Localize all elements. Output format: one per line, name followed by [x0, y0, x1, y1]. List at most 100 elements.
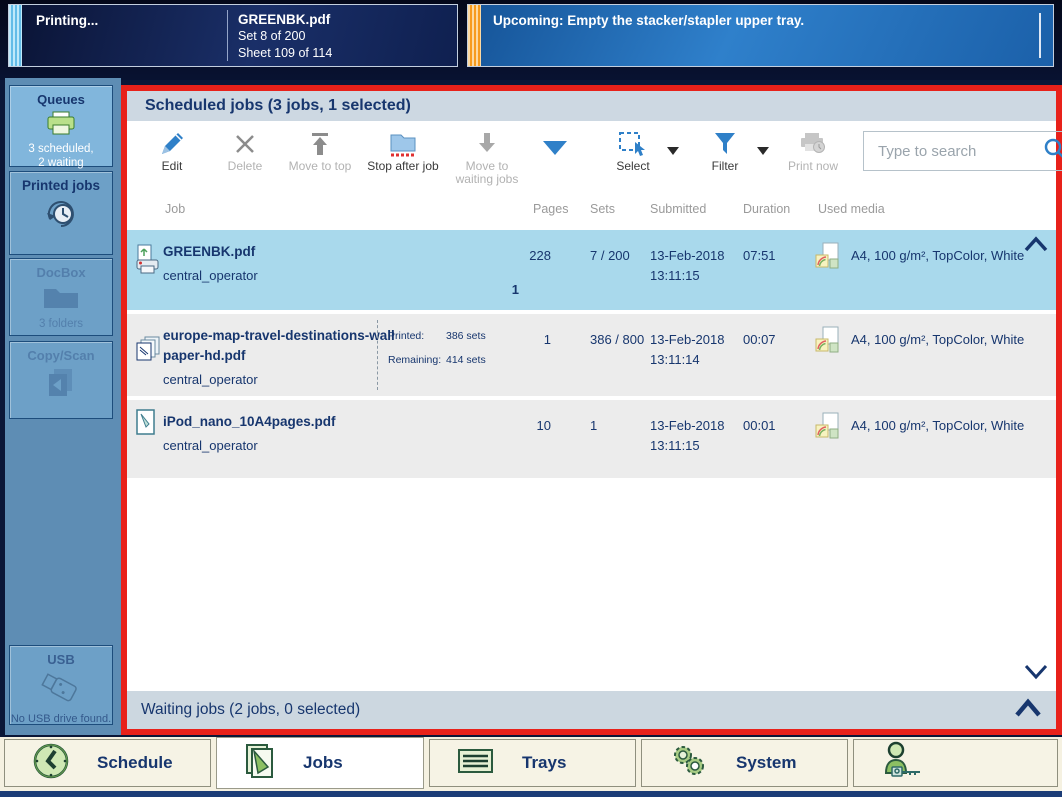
move-to-top-icon — [283, 129, 357, 159]
tab-system-label: System — [736, 753, 796, 773]
more-actions-dropdown-icon[interactable] — [543, 141, 567, 155]
job-used-media: A4, 100 g/m², TopColor, White — [851, 330, 1056, 350]
print-now-button: Print now — [781, 129, 845, 173]
table-row[interactable]: iPod_nano_10A4pages.pdf central_operator… — [127, 400, 1056, 478]
job-pages: 228 — [487, 246, 551, 266]
table-row[interactable]: GREENBK.pdf central_operator 228 1 7 / 2… — [127, 230, 1056, 310]
job-submitted-date: 13-Feb-2018 — [650, 246, 742, 266]
job-sets: 1 — [590, 416, 648, 436]
edit-button[interactable]: Edit — [143, 129, 201, 173]
job-duration: 07:51 — [743, 246, 776, 266]
delete-label: Delete — [215, 160, 275, 173]
system-gears-icon — [668, 742, 710, 785]
move-to-waiting-jobs-button: Move to waiting jobs — [447, 129, 527, 186]
job-pages: 1 — [487, 330, 551, 350]
upcoming-alert-panel[interactable]: Upcoming: Empty the stacker/stapler uppe… — [467, 4, 1054, 67]
tab-schedule[interactable]: Schedule — [4, 739, 211, 787]
column-used-media: Used media — [818, 202, 885, 216]
sidebar-item-copy-scan: Copy/Scan — [9, 341, 113, 419]
upcoming-message: Upcoming: Empty the stacker/stapler uppe… — [481, 5, 804, 66]
filter-button[interactable]: Filter — [701, 129, 749, 173]
printing-status-panel[interactable]: Printing... GREENBK.pdf Set 8 of 200 She… — [8, 4, 458, 67]
usb-status: No USB drive found. — [10, 712, 112, 726]
upcoming-accent-bar — [468, 5, 481, 66]
column-submitted: Submitted — [650, 202, 706, 216]
scroll-down-icon[interactable] — [1024, 664, 1048, 685]
document-job-icon — [135, 408, 159, 443]
select-dropdown-caret[interactable] — [667, 147, 679, 155]
printing-sheet-progress: Sheet 109 of 114 — [238, 45, 332, 62]
tab-operator-login[interactable] — [853, 739, 1058, 787]
scroll-up-icon[interactable] — [1024, 236, 1048, 257]
move-to-top-label: Move to top — [283, 160, 357, 173]
expand-waiting-jobs-icon[interactable] — [1014, 698, 1042, 723]
print-now-icon — [781, 129, 845, 159]
scheduled-jobs-title: Scheduled jobs (3 jobs, 1 selected) — [127, 91, 1056, 121]
print-now-label: Print now — [781, 160, 845, 173]
edit-pencil-icon — [143, 129, 201, 159]
job-sets: 386 / 800 — [590, 330, 648, 350]
tab-schedule-label: Schedule — [97, 753, 173, 773]
job-sets: 7 / 200 — [590, 246, 648, 266]
scheduled-jobs-list: GREENBK.pdf central_operator 228 1 7 / 2… — [127, 226, 1056, 691]
scheduled-jobs-panel: Scheduled jobs (3 jobs, 1 selected) Edit… — [121, 85, 1062, 735]
printed-label: Printed: — [388, 330, 446, 342]
history-clock-icon — [10, 197, 112, 236]
queues-status-line1: 3 scheduled, — [10, 142, 112, 156]
job-name: iPod_nano_10A4pages.pdf — [163, 412, 401, 432]
bottom-edge-strip — [0, 791, 1062, 797]
job-owner: central_operator — [163, 438, 401, 453]
job-owner: central_operator — [163, 268, 401, 283]
printing-job-icon — [135, 244, 161, 281]
stop-after-job-label: Stop after job — [361, 160, 445, 173]
remaining-label: Remaining: — [388, 354, 446, 366]
operator-key-icon — [880, 741, 926, 786]
job-submitted-time: 13:11:14 — [650, 350, 742, 370]
select-marquee-icon — [605, 129, 661, 159]
column-job: Job — [165, 202, 185, 216]
stop-after-job-button[interactable]: Stop after job — [361, 129, 445, 173]
remaining-value: 414 sets — [446, 354, 486, 366]
tab-system[interactable]: System — [641, 739, 848, 787]
bottom-tab-bar: Schedule Jobs Trays System — [0, 737, 1062, 791]
job-submitted-time: 13:11:15 — [650, 436, 742, 456]
job-table-header: Job Pages Sets Submitted Duration Used m… — [127, 193, 1056, 226]
table-row[interactable]: europe-map-travel-destinations-wallpaper… — [127, 314, 1056, 396]
tab-jobs[interactable]: Jobs — [216, 737, 424, 789]
sidebar-item-docbox: DocBox 3 folders — [9, 258, 113, 336]
trays-icon — [456, 746, 496, 781]
job-name: europe-map-travel-destinations-wallpaper… — [163, 326, 401, 366]
move-to-top-button: Move to top — [283, 129, 357, 173]
search-icon[interactable] — [1042, 136, 1062, 167]
usb-label: USB — [10, 646, 112, 667]
select-button[interactable]: Select — [605, 129, 661, 173]
usb-drive-icon — [10, 671, 112, 710]
printed-jobs-label: Printed jobs — [10, 172, 112, 193]
filter-funnel-icon — [701, 129, 749, 159]
tab-trays[interactable]: Trays — [429, 739, 636, 787]
filter-label: Filter — [701, 160, 749, 173]
copy-scan-icon — [10, 367, 112, 404]
waiting-jobs-bar[interactable]: Waiting jobs (2 jobs, 0 selected) — [127, 691, 1056, 729]
jobs-toolbar: Edit Delete Move to top Stop after job M… — [127, 121, 1056, 193]
select-label: Select — [605, 160, 661, 173]
sidebar-item-printed-jobs[interactable]: Printed jobs — [9, 171, 113, 255]
printing-job-name: GREENBK.pdf — [238, 11, 332, 28]
search-input[interactable] — [876, 142, 1042, 161]
sidebar-item-queues[interactable]: Queues 3 scheduled, 2 waiting — [9, 85, 113, 167]
filter-dropdown-caret[interactable] — [757, 147, 769, 155]
column-pages: Pages — [533, 202, 568, 216]
delete-button: Delete — [215, 129, 275, 173]
job-submitted-time: 13:11:15 — [650, 266, 742, 286]
upcoming-right-divider — [1039, 13, 1041, 58]
column-sets: Sets — [590, 202, 615, 216]
jobs-documents-icon — [243, 742, 277, 785]
move-to-waiting-label: Move to waiting jobs — [447, 160, 527, 186]
job-duration: 00:01 — [743, 416, 776, 436]
printing-status-label: Printing... — [22, 5, 227, 66]
job-name: GREENBK.pdf — [163, 242, 401, 262]
search-box — [863, 131, 1062, 171]
copy-scan-label: Copy/Scan — [10, 342, 112, 363]
sidebar-item-usb: USB No USB drive found. — [9, 645, 113, 725]
job-owner: central_operator — [163, 372, 401, 387]
